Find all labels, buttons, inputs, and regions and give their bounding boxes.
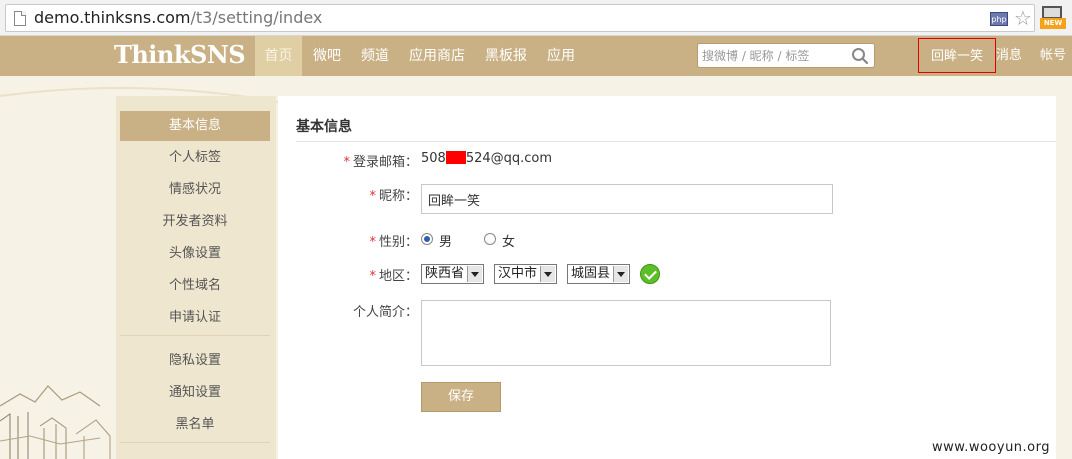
new-extension-icon[interactable]: NEW [1040, 6, 1066, 32]
gender-male-label[interactable]: 男 [439, 231, 452, 250]
nav-item-weiba[interactable]: 微吧 [306, 36, 348, 76]
nav-item-apps[interactable]: 应用 [540, 36, 582, 76]
browser-toolbar: demo.thinksns.com/t3/setting/index php ☆… [0, 0, 1072, 36]
save-button[interactable]: 保存 [421, 382, 501, 412]
php-extension-icon[interactable]: php [990, 12, 1008, 26]
chevron-down-icon [540, 266, 555, 282]
redaction-mark [445, 151, 466, 164]
required-mark: * [369, 235, 376, 250]
bio-textarea[interactable] [421, 300, 831, 366]
bio-label: 个人简介： [352, 305, 418, 320]
title-divider [296, 141, 1056, 142]
sidebar-item-privacy[interactable]: 隐私设置 [120, 346, 270, 376]
sidebar-item-basic-info[interactable]: 基本信息 [120, 111, 270, 141]
province-select[interactable]: 陕西省 [421, 264, 484, 284]
city-select[interactable]: 汉中市 [494, 264, 557, 284]
nav-item-app-store[interactable]: 应用商店 [404, 36, 470, 76]
address-bar[interactable]: demo.thinksns.com/t3/setting/index php ☆ [5, 4, 1035, 32]
required-mark: * [369, 269, 376, 284]
nav-item-blackboard[interactable]: 黑板报 [480, 36, 532, 76]
sidebar-item-tags[interactable]: 个人标签 [120, 143, 270, 173]
site-logo[interactable]: ThinkSNS [114, 40, 246, 69]
settings-main-panel: 基本信息 *登录邮箱： 508524@qq.com *昵称： *性别： 男 女 … [278, 96, 1056, 459]
sidebar-item-relationship[interactable]: 情感状况 [120, 175, 270, 205]
page-icon [14, 11, 26, 26]
sidebar-item-notifications[interactable]: 通知设置 [120, 378, 270, 408]
sidebar-item-domain[interactable]: 个性域名 [120, 271, 270, 301]
page-title: 基本信息 [296, 119, 352, 135]
account-link[interactable]: 帐号 [1040, 36, 1066, 76]
site-navbar: ThinkSNS 首页 微吧 频道 应用商店 黑板报 应用 回眸一笑 消息 帐号 [0, 36, 1072, 76]
county-select[interactable]: 城固县 [567, 264, 630, 284]
sidebar-item-developer[interactable]: 开发者资料 [120, 207, 270, 237]
region-label: * 地区： [369, 269, 418, 284]
settings-sidebar: 基本信息 个人标签 情感状况 开发者资料 头像设置 个性域名 申请认证 隐私设置… [116, 96, 276, 459]
sidebar-item-verification[interactable]: 申请认证 [120, 303, 270, 333]
url-path: /t3/setting/index [190, 8, 323, 27]
watermark: www.wooyun.org [932, 440, 1051, 455]
sidebar-divider [120, 335, 270, 336]
url-host: demo.thinksns.com [34, 8, 191, 27]
required-mark: * [343, 155, 350, 170]
sidebar-item-avatar[interactable]: 头像设置 [120, 239, 270, 269]
sidebar-divider [120, 442, 270, 443]
gender-label: * 性别： [369, 235, 418, 250]
nickname-input[interactable] [421, 184, 833, 214]
check-success-icon [640, 264, 660, 284]
search-icon[interactable] [851, 47, 869, 65]
required-mark: * [369, 189, 376, 204]
gender-male-radio[interactable] [421, 233, 433, 245]
nav-item-channel[interactable]: 频道 [354, 36, 396, 76]
new-badge: NEW [1040, 18, 1066, 29]
sidebar-item-blacklist[interactable]: 黑名单 [120, 410, 270, 440]
search-input[interactable] [702, 47, 847, 65]
email-value: 508 524@qq.com [421, 151, 553, 166]
nav-item-home[interactable]: 首页 [255, 36, 302, 76]
url-text[interactable]: demo.thinksns.com/t3/setting/index [34, 8, 322, 27]
chevron-down-icon [467, 266, 482, 282]
email-label: * 登录邮箱： [343, 155, 418, 170]
messages-link[interactable]: 消息 [996, 36, 1022, 76]
nickname-label: * 昵称： [369, 189, 418, 204]
search-box [697, 43, 875, 68]
gender-female-radio[interactable] [484, 233, 496, 245]
user-profile-link[interactable]: 回眸一笑 [918, 38, 996, 73]
gender-female-label[interactable]: 女 [502, 231, 515, 250]
chevron-down-icon [613, 266, 628, 282]
bookmark-star-icon[interactable]: ☆ [1014, 7, 1032, 29]
